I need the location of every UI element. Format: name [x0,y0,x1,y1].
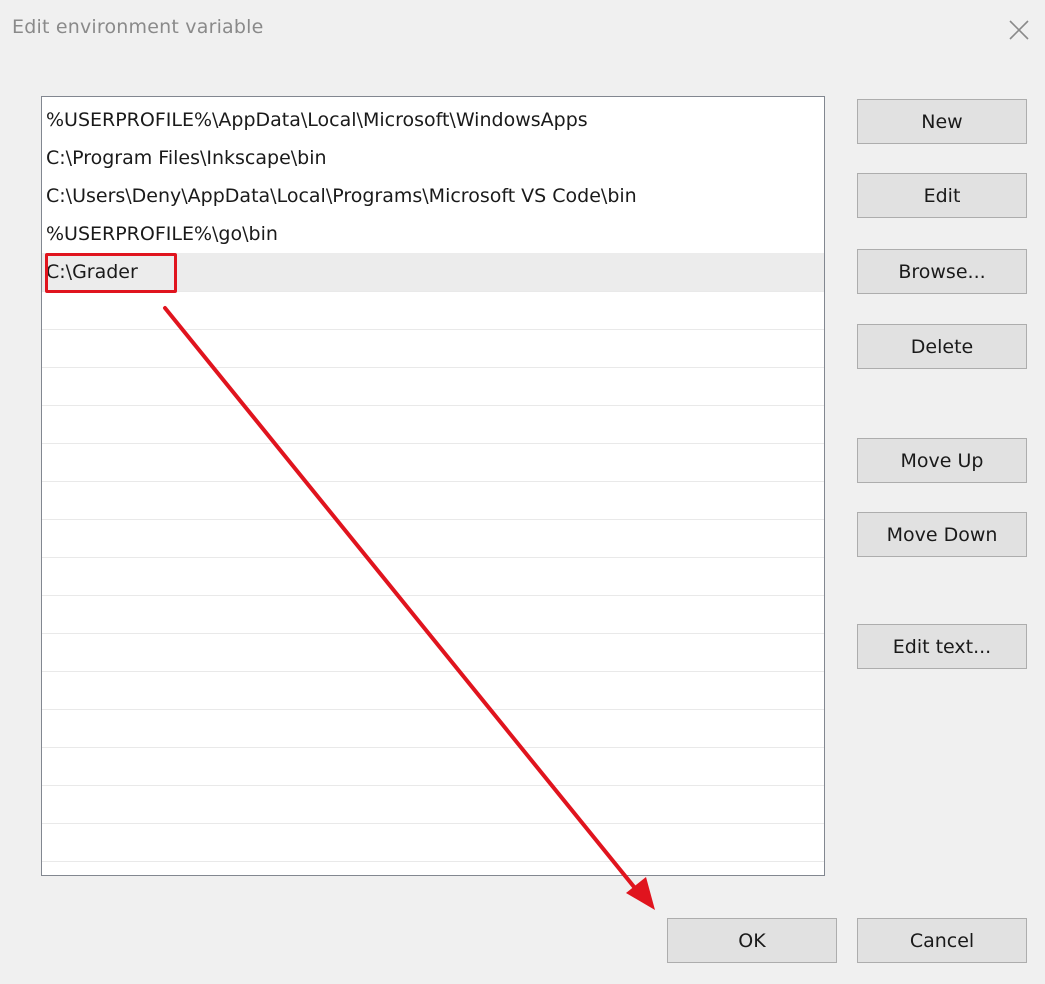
window-title: Edit environment variable [12,16,264,38]
list-item-label: %USERPROFILE%\AppData\Local\Microsoft\Wi… [46,109,588,131]
cancel-button[interactable]: Cancel [857,918,1027,963]
delete-button[interactable]: Delete [857,324,1027,369]
list-item[interactable]: C:\Users\Deny\AppData\Local\Programs\Mic… [42,177,824,215]
edit-text-button[interactable]: Edit text... [857,624,1027,669]
move-up-button[interactable]: Move Up [857,438,1027,483]
list-row-separator [42,519,824,520]
list-row-separator [42,291,824,292]
close-button[interactable] [1001,12,1037,48]
close-icon [1009,20,1029,40]
list-row-separator [42,595,824,596]
list-row-separator [42,861,824,862]
list-item-label: C:\Grader [46,261,138,283]
list-row-separator [42,709,824,710]
list-row-separator [42,367,824,368]
list-row-separator [42,443,824,444]
title-bar: Edit environment variable [0,0,1045,62]
list-item[interactable]: %USERPROFILE%\go\bin [42,215,824,253]
list-row-separator [42,329,824,330]
list-row-separator [42,557,824,558]
list-row-separator [42,823,824,824]
new-button[interactable]: New [857,99,1027,144]
browse-button[interactable]: Browse... [857,249,1027,294]
list-item[interactable]: %USERPROFILE%\AppData\Local\Microsoft\Wi… [42,101,824,139]
list-item-label: C:\Users\Deny\AppData\Local\Programs\Mic… [46,185,637,207]
list-row-separator [42,633,824,634]
move-down-button[interactable]: Move Down [857,512,1027,557]
list-item-label: C:\Program Files\Inkscape\bin [46,147,327,169]
list-item-selected[interactable]: C:\Grader [42,253,824,291]
ok-button[interactable]: OK [667,918,837,963]
path-list[interactable]: %USERPROFILE%\AppData\Local\Microsoft\Wi… [41,96,825,876]
edit-button[interactable]: Edit [857,173,1027,218]
list-row-separator [42,405,824,406]
list-row-separator [42,671,824,672]
list-row-separator [42,481,824,482]
annotation-arrow-head-icon [626,877,655,910]
list-row-separator [42,785,824,786]
list-item[interactable]: C:\Program Files\Inkscape\bin [42,139,824,177]
list-item-label: %USERPROFILE%\go\bin [46,223,278,245]
list-row-separator [42,747,824,748]
